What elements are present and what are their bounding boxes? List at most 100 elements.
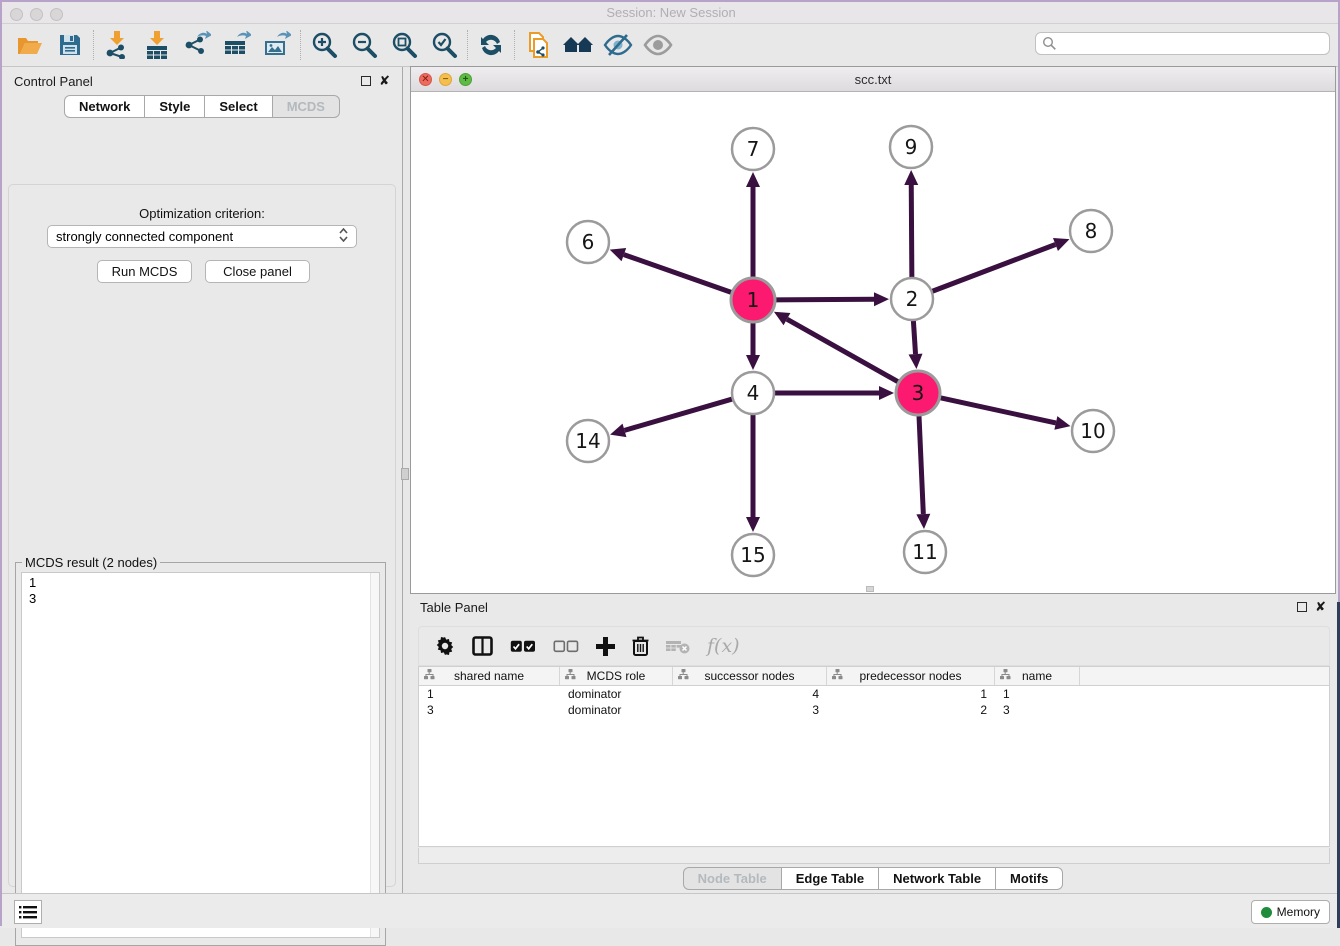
table-cell: 1 [827, 686, 995, 702]
table-row[interactable]: 3dominator323 [419, 702, 1329, 718]
edge-2-3[interactable] [913, 318, 915, 354]
tab-network-table[interactable]: Network Table [879, 867, 996, 890]
save-icon[interactable] [50, 28, 90, 62]
import-network-icon[interactable] [97, 28, 137, 62]
network-window-titlebar[interactable]: ✕ − + scc.txt [411, 67, 1335, 92]
edge-2-9[interactable] [911, 185, 912, 280]
table-panel: Table Panel ✘ f(x) shared nameMCDS rol [410, 594, 1336, 893]
node-label: 8 [1085, 219, 1098, 243]
table-toolbar: f(x) [418, 626, 1330, 666]
tab-select[interactable]: Select [205, 95, 272, 118]
deselect-all-icon[interactable] [553, 640, 579, 653]
run-mcds-button[interactable]: Run MCDS [97, 260, 192, 283]
close-panel-button[interactable]: Close panel [205, 260, 310, 283]
edge-4-14[interactable] [624, 398, 734, 430]
edge-3-1[interactable] [787, 319, 901, 383]
memory-status-icon [1261, 907, 1272, 918]
column-header-name[interactable]: name [995, 667, 1080, 685]
show-all-icon[interactable] [638, 28, 678, 62]
tab-mcds[interactable]: MCDS [273, 95, 340, 118]
task-history-button[interactable] [14, 900, 42, 924]
zoom-selected-icon[interactable] [424, 28, 464, 62]
float-table-panel-icon[interactable] [1297, 602, 1307, 612]
show-column-icon[interactable] [472, 636, 493, 656]
refresh-icon[interactable] [471, 28, 511, 62]
network-graph-canvas[interactable]: 7968124314101511 [411, 92, 1335, 593]
optimization-criterion-label: Optimization criterion: [9, 206, 395, 221]
network-view-title: scc.txt [411, 67, 1335, 92]
close-table-panel-icon[interactable]: ✘ [1315, 602, 1326, 612]
delete-icon[interactable] [632, 636, 649, 656]
close-panel-icon[interactable]: ✘ [379, 76, 390, 86]
criterion-select[interactable]: strongly connected component [47, 225, 357, 248]
edge-2-8[interactable] [930, 244, 1056, 292]
node-label: 1 [747, 288, 760, 312]
tab-edge-table[interactable]: Edge Table [782, 867, 879, 890]
edge-1-2[interactable] [773, 299, 874, 300]
control-panel-title: Control Panel [14, 74, 93, 89]
gear-icon[interactable] [435, 636, 455, 656]
tab-network[interactable]: Network [64, 95, 145, 118]
view-resize-handle[interactable] [866, 586, 874, 592]
edge-3-10[interactable] [938, 397, 1056, 423]
float-panel-icon[interactable] [361, 76, 371, 86]
zoom-window-icon[interactable] [50, 8, 63, 21]
splitter-handle[interactable] [401, 468, 409, 480]
search-icon [1042, 36, 1057, 51]
minimize-window-icon[interactable] [30, 8, 43, 21]
tab-node-table[interactable]: Node Table [683, 867, 782, 890]
zoom-in-icon[interactable] [304, 28, 344, 62]
result-scrollbar[interactable] [370, 573, 379, 937]
table-cell: 4 [673, 686, 827, 702]
mcds-result-group: MCDS result (2 nodes) 13 [15, 562, 386, 946]
hide-selected-icon[interactable] [598, 28, 638, 62]
select-all-icon[interactable] [510, 640, 536, 653]
close-view-icon[interactable]: ✕ [419, 73, 432, 86]
tab-style[interactable]: Style [145, 95, 205, 118]
arrowhead-icon [610, 424, 626, 437]
arrowhead-icon [1054, 416, 1070, 430]
table-cell: 2 [827, 702, 995, 718]
export-table-icon[interactable] [217, 28, 257, 62]
edge-3-11[interactable] [919, 413, 923, 514]
add-icon[interactable] [596, 637, 615, 656]
search-input[interactable] [1057, 35, 1329, 53]
main-toolbar [2, 24, 1340, 67]
export-image-icon[interactable] [257, 28, 297, 62]
minimize-view-icon[interactable]: − [439, 73, 452, 86]
memory-button[interactable]: Memory [1251, 900, 1330, 924]
column-header-MCDS-role[interactable]: MCDS role [560, 667, 673, 685]
table-tabs: Node TableEdge TableNetwork TableMotifs [410, 867, 1336, 890]
column-tree-icon [832, 669, 843, 683]
column-header-successor-nodes[interactable]: successor nodes [673, 667, 827, 685]
arrowhead-icon [746, 172, 760, 187]
first-neighbors-icon[interactable] [558, 28, 598, 62]
table-cell: dominator [560, 702, 673, 718]
column-header-predecessor-nodes[interactable]: predecessor nodes [827, 667, 995, 685]
export-network-icon[interactable] [177, 28, 217, 62]
arrowhead-icon [879, 386, 894, 400]
search-box[interactable] [1035, 32, 1330, 55]
result-item[interactable]: 3 [29, 591, 379, 607]
new-network-from-selection-icon[interactable] [518, 28, 558, 62]
close-window-icon[interactable] [10, 8, 23, 21]
node-table[interactable]: shared nameMCDS rolesuccessor nodesprede… [418, 666, 1330, 847]
arrowhead-icon [746, 355, 760, 370]
table-cell: 3 [995, 702, 1080, 718]
table-hscrollbar[interactable] [418, 848, 1330, 864]
mcds-result-list[interactable]: 13 [21, 572, 380, 938]
result-item[interactable]: 1 [29, 575, 379, 591]
toolbar-separator [300, 30, 301, 60]
tab-motifs[interactable]: Motifs [996, 867, 1063, 890]
table-row[interactable]: 1dominator411 [419, 686, 1329, 702]
zoom-view-icon[interactable]: + [459, 73, 472, 86]
edge-1-6[interactable] [624, 255, 734, 294]
zoom-fit-icon[interactable] [384, 28, 424, 62]
open-folder-icon[interactable] [10, 28, 50, 62]
toolbar-separator [467, 30, 468, 60]
zoom-out-icon[interactable] [344, 28, 384, 62]
titlebar: Session: New Session [2, 2, 1340, 24]
import-table-icon[interactable] [137, 28, 177, 62]
status-bar: Memory [2, 893, 1340, 928]
column-header-shared-name[interactable]: shared name [419, 667, 560, 685]
